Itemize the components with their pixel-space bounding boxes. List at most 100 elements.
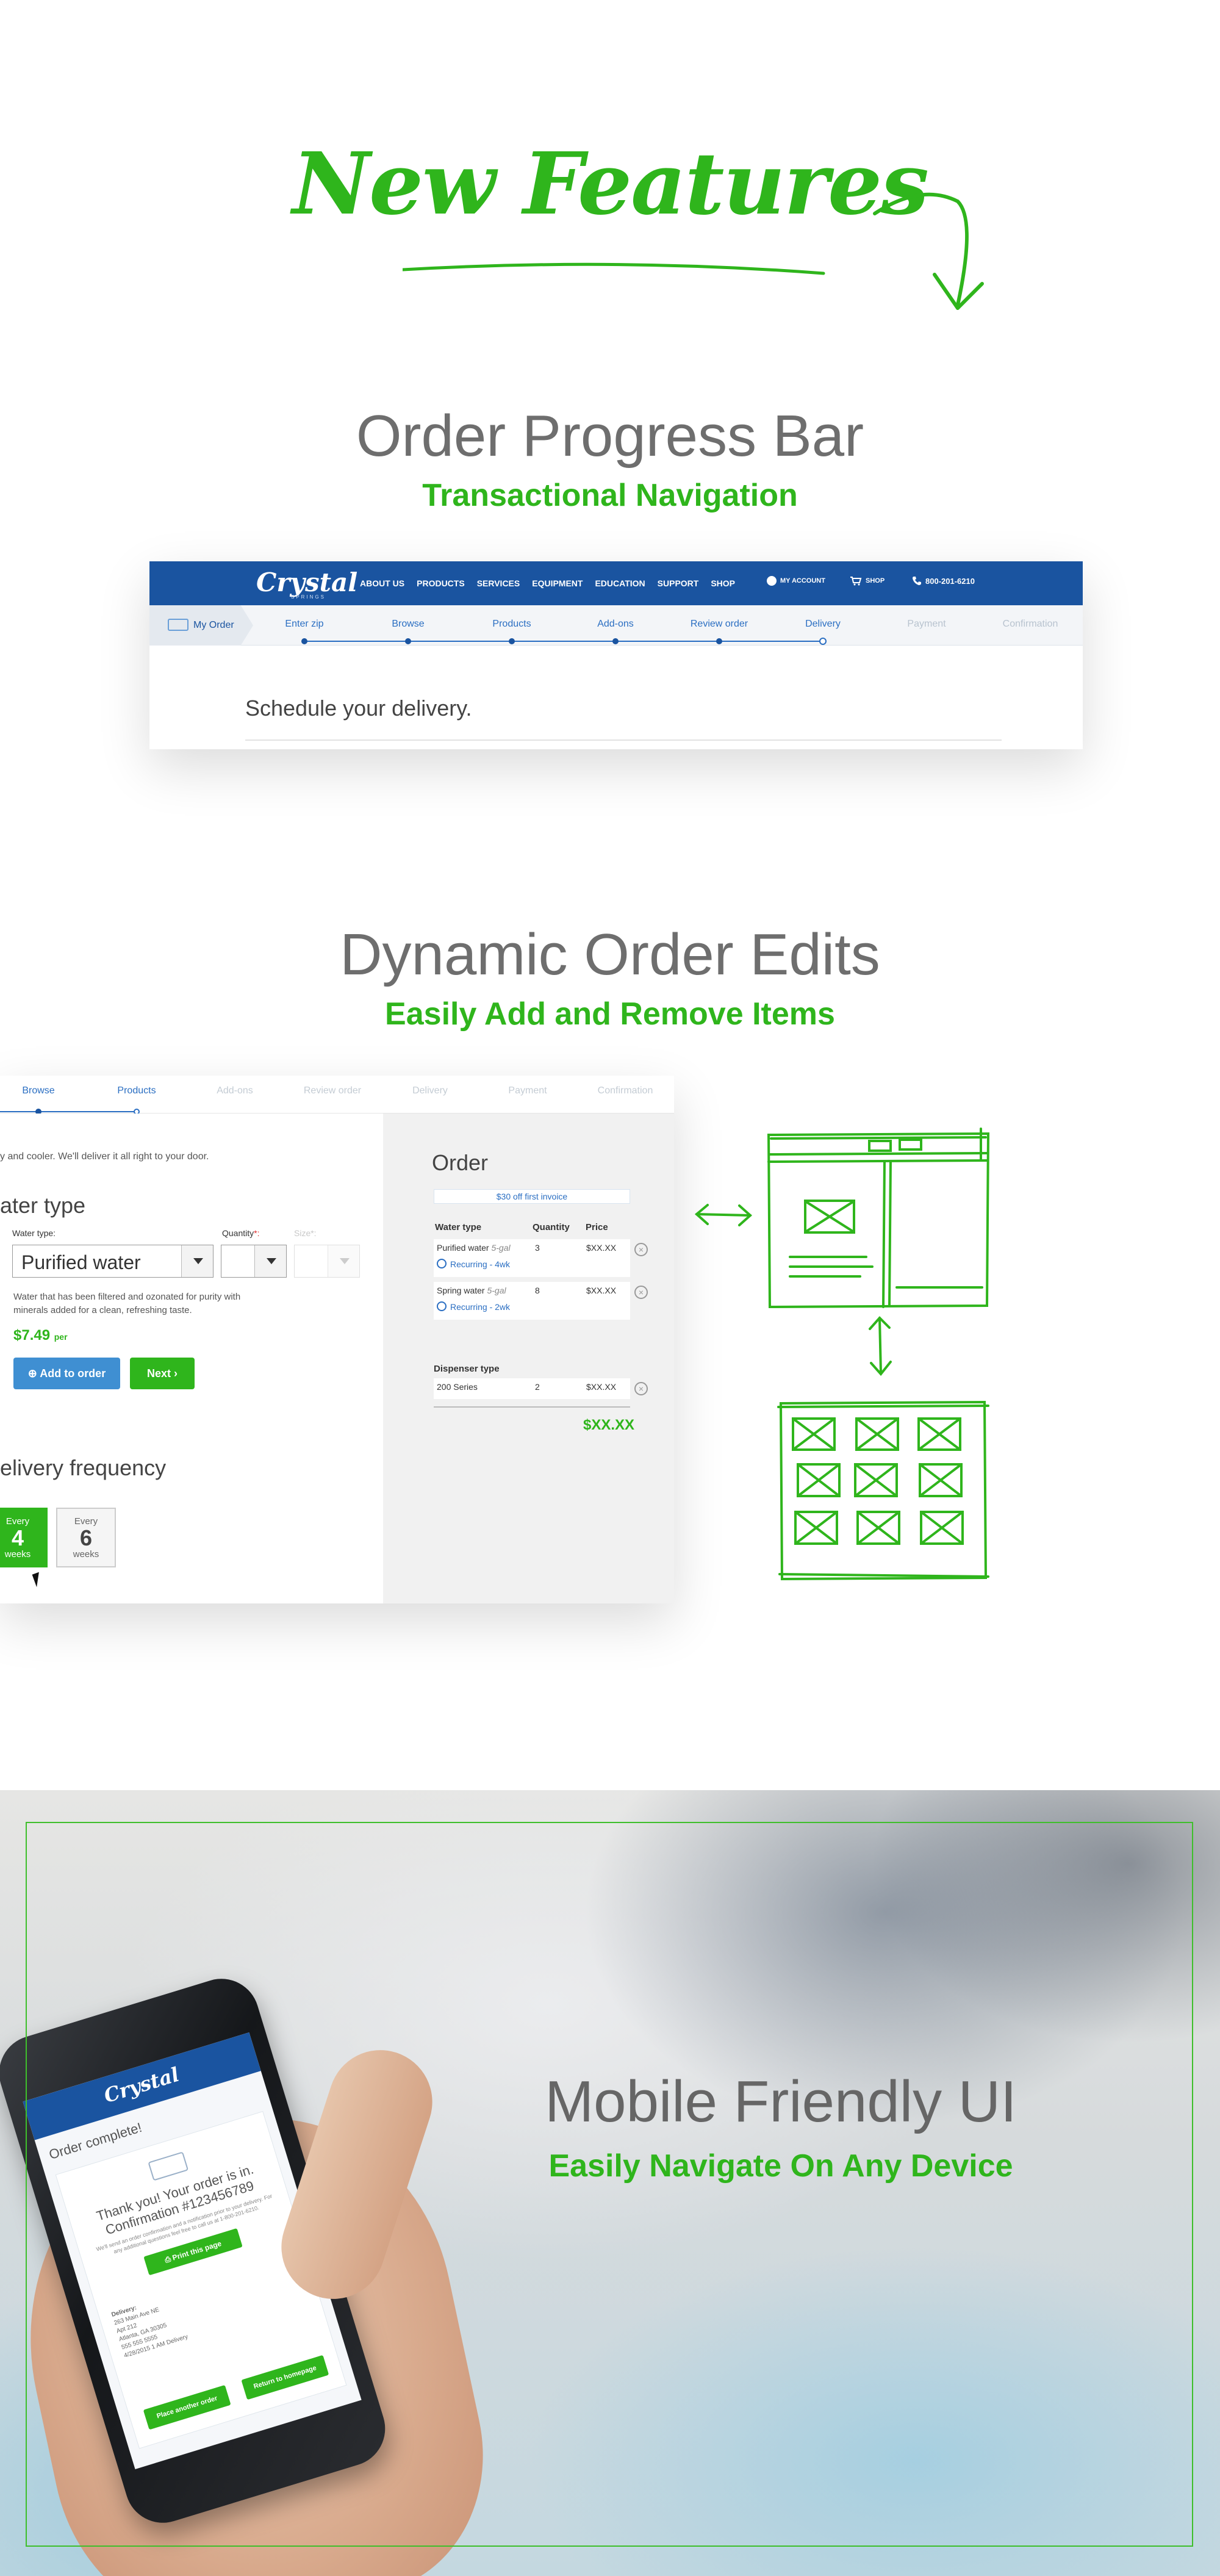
frequency-option-6wk[interactable]: Every 6 weeks [56,1508,116,1567]
wireframe-sketch [694,1128,990,1581]
water-type-value: Purified water [21,1251,141,1273]
header-price: Price [586,1222,608,1232]
user-icon [767,576,777,586]
phone-icon [913,577,921,585]
nav-item-support[interactable]: SUPPORT [658,578,699,588]
my-account-label: MY ACCOUNT [780,577,825,585]
shop-cart-link[interactable]: SHOP [850,576,884,586]
step-payment: Payment [508,1085,547,1096]
size-label: Size*: [294,1228,317,1238]
hero-underline [403,262,825,275]
phone-link[interactable]: 800-201-6210 [912,576,975,586]
nav-item-services[interactable]: SERVICES [477,578,520,588]
dispenser-name: 200 Series [437,1382,478,1392]
dispenser-row: 200 Series 2 $XX.XX [434,1378,630,1399]
water-type-heading: ater type [0,1193,86,1218]
section-subtitle-mobile: Easily Navigate On Any Device [548,2148,1013,2184]
step-browse[interactable]: Browse [392,619,424,630]
delivery-frequency-heading: elivery frequency [0,1455,167,1480]
item-name: Purified water 5-gal [437,1243,511,1253]
nav-item-about[interactable]: ABOUT US [360,578,404,588]
step-review-order[interactable]: Review order [691,619,748,630]
quantity-select[interactable] [221,1245,287,1278]
price-unit: per [54,1332,68,1342]
schedule-heading: Schedule your delivery. [245,696,472,721]
frequency-number: 4 [11,1525,24,1550]
brand-tagline: SPRINGS [291,594,326,600]
order-edit-mockup: Browse Products Add-ons Review order Del… [0,1076,674,1603]
step-products[interactable]: Products [492,619,531,630]
top-navbar: Crystal SPRINGS ABOUT US PRODUCTS SERVIC… [149,561,1083,605]
item-quantity: 8 [535,1286,540,1295]
water-type-label: Water type: [12,1228,56,1238]
item-price: $XX.XX [586,1243,617,1253]
green-frame [26,1822,1193,2547]
step-browse[interactable]: Browse [22,1085,54,1096]
frequency-unit: weeks [4,1549,31,1560]
my-order-tab[interactable]: My Order [149,605,253,646]
remove-item-icon[interactable]: × [634,1382,648,1395]
step-delivery[interactable]: Delivery [805,619,841,630]
cart-icon [850,577,862,586]
chevron-down-icon[interactable] [254,1245,286,1277]
step-dot [301,638,307,644]
price-value: $7.49 [13,1327,51,1344]
frequency-unit: weeks [73,1549,99,1560]
step-confirmation: Confirmation [1002,619,1058,629]
section-title-progress: Order Progress Bar [356,403,864,469]
phone-number: 800-201-6210 [925,576,975,586]
item-size: 5-gal [487,1286,506,1295]
progress-track [304,641,823,642]
next-label: Next [146,1367,171,1380]
remove-item-icon[interactable]: × [634,1286,648,1299]
chevron-down-icon[interactable] [181,1245,213,1277]
recurring-link[interactable]: Recurring - 4wk [437,1259,510,1269]
step-products[interactable]: Products [117,1085,156,1096]
header-quantity: Quantity [533,1222,570,1232]
item-name-text: Purified water [437,1243,489,1253]
quantity-label: Quantity*: [222,1228,260,1238]
section-title-edits: Dynamic Order Edits [340,922,880,987]
step-dot [509,638,515,644]
frequency-number: 6 [79,1525,93,1550]
curved-arrow-icon [873,192,984,310]
section-subtitle-progress: Transactional Navigation [422,478,798,513]
nav-item-education[interactable]: EDUCATION [595,578,645,588]
total-divider [434,1406,630,1408]
chevron-down-icon [328,1245,359,1277]
main-nav: ABOUT US PRODUCTS SERVICES EQUIPMENT EDU… [360,578,735,588]
step-enter-zip[interactable]: Enter zip [285,619,323,630]
progress-bar-mockup: Crystal SPRINGS ABOUT US PRODUCTS SERVIC… [149,561,1083,749]
item-name-text: Spring water [437,1286,485,1295]
add-to-order-button[interactable]: ⊕ Add to order [13,1358,120,1389]
intro-text: y and cooler. We'll deliver it all right… [0,1151,209,1162]
product-panel: y and cooler. We'll deliver it all right… [0,1114,383,1603]
step-delivery: Delivery [412,1085,448,1096]
promo-banner: $30 off first invoice [434,1189,630,1204]
nav-item-shop[interactable]: SHOP [711,578,735,588]
brand-logo[interactable]: Crystal [256,567,357,597]
next-button[interactable]: Next › [130,1358,195,1389]
order-item-row: Purified water 5-gal 3 $XX.XX Recurring … [434,1239,630,1277]
step-add-ons: Add-ons [217,1085,253,1096]
frequency-option-4wk[interactable]: Every 4 weeks [0,1508,48,1567]
my-order-label: My Order [193,620,234,630]
dispenser-price: $XX.XX [586,1382,617,1392]
water-type-select[interactable]: Purified water [12,1245,214,1278]
nav-item-products[interactable]: PRODUCTS [417,578,465,588]
dispenser-type-header: Dispenser type [434,1364,500,1374]
recurring-link[interactable]: Recurring - 2wk [437,1301,510,1312]
my-account-link[interactable]: MY ACCOUNT [767,576,825,586]
section-title-mobile: Mobile Friendly UI [545,2069,1017,2134]
hero-title: New Features [292,134,929,234]
item-size: 5-gal [491,1243,511,1253]
nav-item-equipment[interactable]: EQUIPMENT [532,578,583,588]
size-select [294,1245,360,1278]
step-review-order: Review order [303,1085,362,1096]
dispenser-quantity: 2 [535,1382,540,1392]
quantity-label-text: Quantity [222,1228,254,1238]
remove-item-icon[interactable]: × [634,1243,648,1256]
item-quantity: 3 [535,1243,540,1253]
step-add-ons[interactable]: Add-ons [597,619,634,630]
step-dot [405,638,411,644]
